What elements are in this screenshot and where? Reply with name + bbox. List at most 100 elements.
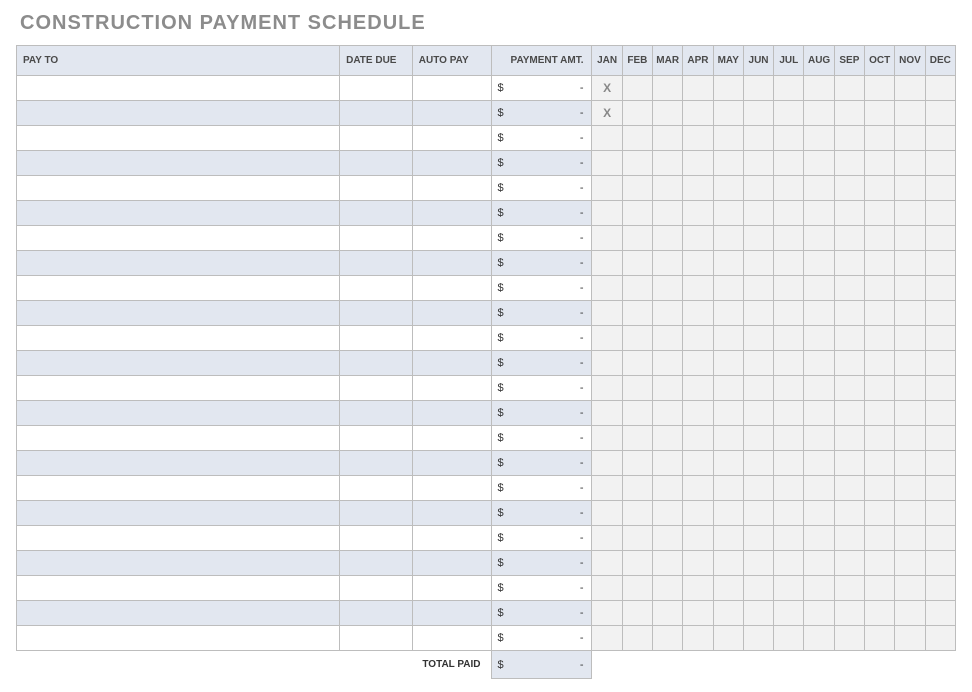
cell-payment-amt[interactable]: $-	[491, 401, 592, 426]
cell-month[interactable]	[622, 351, 652, 376]
cell-auto-pay[interactable]	[412, 551, 491, 576]
cell-pay-to[interactable]	[17, 251, 340, 276]
cell-month[interactable]	[895, 126, 925, 151]
cell-month[interactable]	[713, 451, 743, 476]
cell-pay-to[interactable]	[17, 301, 340, 326]
cell-month[interactable]	[865, 201, 895, 226]
cell-payment-amt[interactable]: $-	[491, 76, 592, 101]
cell-month[interactable]	[865, 451, 895, 476]
cell-month[interactable]	[895, 251, 925, 276]
cell-month[interactable]	[653, 626, 683, 651]
cell-month[interactable]	[925, 251, 955, 276]
cell-month[interactable]	[743, 601, 773, 626]
cell-month[interactable]	[683, 426, 713, 451]
cell-payment-amt[interactable]: $-	[491, 376, 592, 401]
cell-month[interactable]	[653, 501, 683, 526]
cell-month[interactable]	[653, 76, 683, 101]
cell-month[interactable]	[622, 426, 652, 451]
cell-month[interactable]	[653, 601, 683, 626]
cell-month[interactable]	[804, 326, 834, 351]
cell-month[interactable]	[743, 451, 773, 476]
cell-month[interactable]	[774, 601, 804, 626]
cell-month[interactable]	[713, 126, 743, 151]
cell-pay-to[interactable]	[17, 226, 340, 251]
cell-month[interactable]	[925, 626, 955, 651]
cell-month[interactable]	[804, 301, 834, 326]
cell-month[interactable]	[895, 376, 925, 401]
cell-pay-to[interactable]	[17, 276, 340, 301]
cell-month[interactable]	[804, 426, 834, 451]
cell-month[interactable]	[592, 576, 622, 601]
cell-date-due[interactable]	[340, 451, 413, 476]
cell-pay-to[interactable]	[17, 551, 340, 576]
cell-month[interactable]	[713, 101, 743, 126]
cell-month[interactable]	[592, 126, 622, 151]
cell-month[interactable]	[622, 476, 652, 501]
cell-date-due[interactable]	[340, 201, 413, 226]
cell-month[interactable]	[653, 301, 683, 326]
cell-month[interactable]	[592, 476, 622, 501]
cell-month[interactable]	[622, 276, 652, 301]
cell-month[interactable]	[834, 426, 864, 451]
cell-pay-to[interactable]	[17, 626, 340, 651]
cell-month[interactable]	[865, 576, 895, 601]
cell-month[interactable]	[774, 451, 804, 476]
cell-date-due[interactable]	[340, 101, 413, 126]
cell-month[interactable]	[865, 151, 895, 176]
cell-month[interactable]	[683, 476, 713, 501]
cell-pay-to[interactable]	[17, 201, 340, 226]
cell-date-due[interactable]	[340, 276, 413, 301]
cell-payment-amt[interactable]: $-	[491, 126, 592, 151]
cell-date-due[interactable]	[340, 151, 413, 176]
cell-month[interactable]	[925, 476, 955, 501]
cell-month[interactable]	[865, 276, 895, 301]
cell-month[interactable]	[743, 226, 773, 251]
cell-auto-pay[interactable]	[412, 276, 491, 301]
cell-month[interactable]	[743, 251, 773, 276]
cell-month[interactable]	[683, 376, 713, 401]
cell-date-due[interactable]	[340, 76, 413, 101]
cell-month[interactable]	[804, 476, 834, 501]
cell-month[interactable]	[774, 101, 804, 126]
cell-month[interactable]	[592, 326, 622, 351]
cell-month[interactable]	[743, 301, 773, 326]
cell-payment-amt[interactable]: $-	[491, 601, 592, 626]
cell-month[interactable]	[925, 501, 955, 526]
cell-auto-pay[interactable]	[412, 201, 491, 226]
cell-payment-amt[interactable]: $-	[491, 426, 592, 451]
cell-month[interactable]	[774, 626, 804, 651]
cell-month[interactable]	[774, 176, 804, 201]
cell-month[interactable]	[895, 576, 925, 601]
cell-month[interactable]	[895, 426, 925, 451]
cell-payment-amt[interactable]: $-	[491, 526, 592, 551]
cell-month[interactable]	[834, 226, 864, 251]
cell-month[interactable]	[804, 551, 834, 576]
cell-month[interactable]	[622, 326, 652, 351]
cell-payment-amt[interactable]: $-	[491, 101, 592, 126]
cell-month[interactable]	[895, 326, 925, 351]
cell-month[interactable]	[834, 476, 864, 501]
cell-month[interactable]	[592, 276, 622, 301]
cell-payment-amt[interactable]: $-	[491, 501, 592, 526]
cell-month[interactable]	[622, 301, 652, 326]
cell-month[interactable]	[592, 176, 622, 201]
cell-month[interactable]	[895, 476, 925, 501]
cell-month[interactable]	[804, 401, 834, 426]
cell-month[interactable]	[865, 126, 895, 151]
cell-auto-pay[interactable]	[412, 576, 491, 601]
cell-month[interactable]	[653, 276, 683, 301]
cell-month[interactable]	[774, 576, 804, 601]
cell-month[interactable]	[865, 251, 895, 276]
cell-month[interactable]	[774, 151, 804, 176]
cell-month[interactable]	[895, 551, 925, 576]
cell-month[interactable]	[713, 226, 743, 251]
cell-date-due[interactable]	[340, 326, 413, 351]
cell-month[interactable]	[622, 101, 652, 126]
cell-month[interactable]	[804, 626, 834, 651]
cell-month[interactable]	[713, 76, 743, 101]
cell-month[interactable]	[743, 276, 773, 301]
cell-month[interactable]	[683, 626, 713, 651]
cell-auto-pay[interactable]	[412, 526, 491, 551]
cell-month[interactable]	[592, 376, 622, 401]
cell-month[interactable]	[925, 301, 955, 326]
